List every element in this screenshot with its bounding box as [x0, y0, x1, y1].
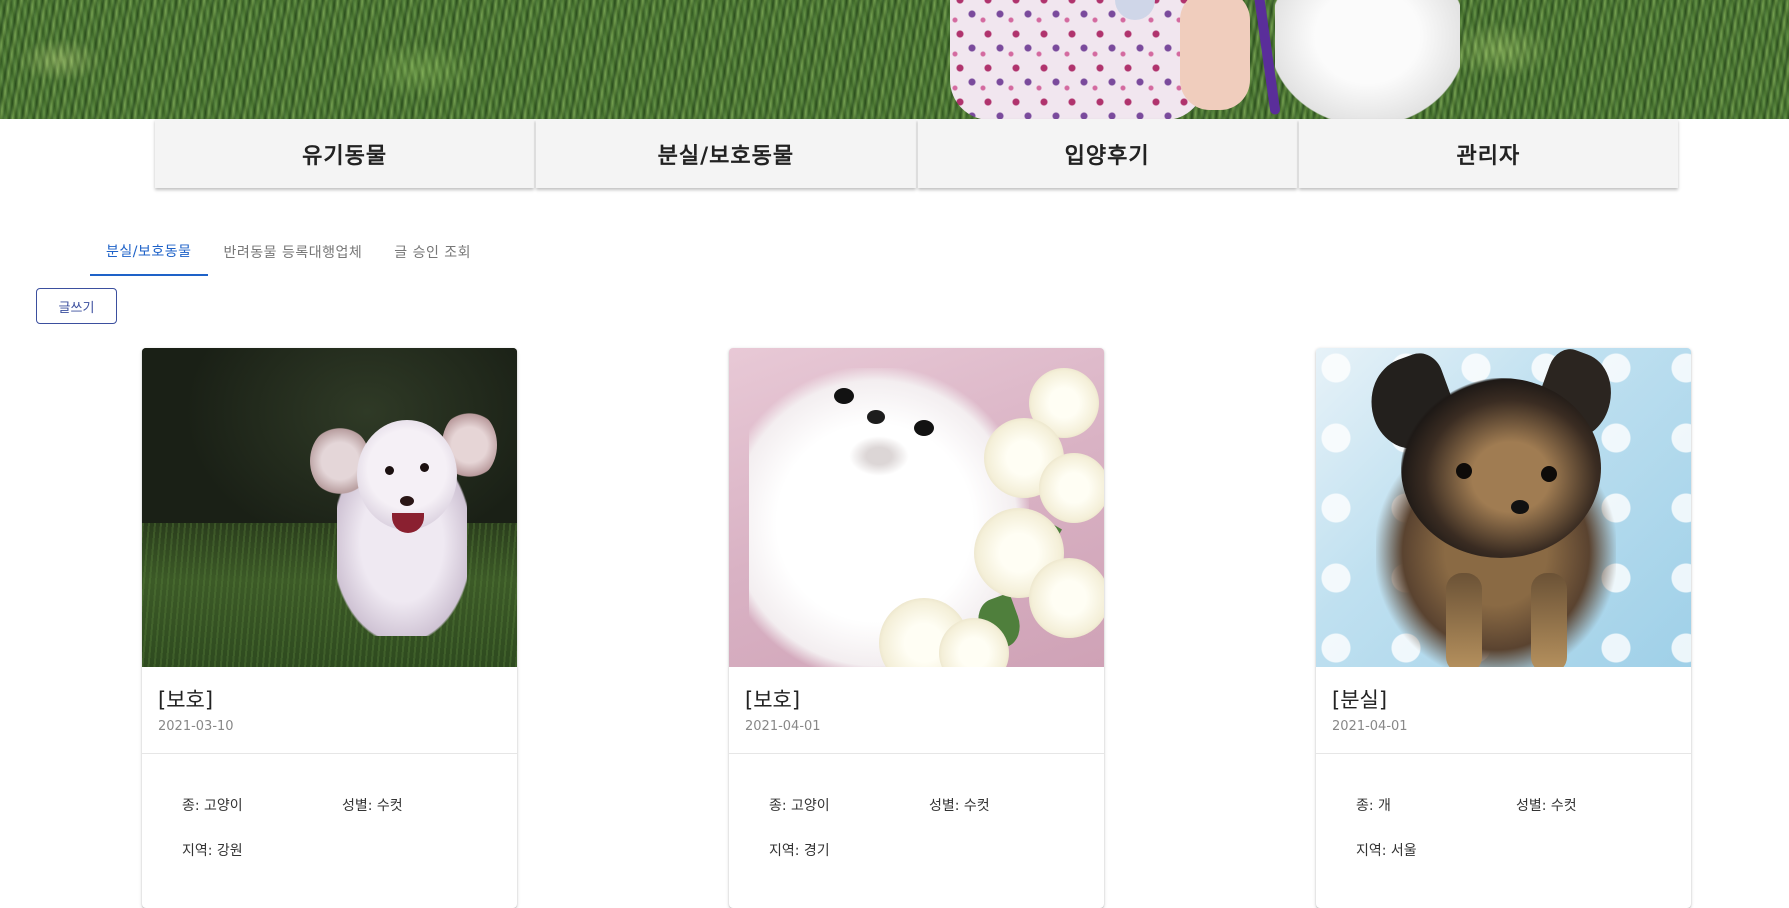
- hero-child-dress: [950, 0, 1205, 119]
- card-divider: [729, 753, 1104, 754]
- card-sex: 성별: 수컷: [929, 798, 990, 814]
- photo-dog-nose: [1511, 500, 1529, 514]
- photo-dog-eye: [834, 388, 854, 404]
- card-date: 2021-04-01: [745, 719, 821, 734]
- card-photo-yorkie-puppy: [1316, 348, 1691, 667]
- hero-child-arm: [1180, 0, 1250, 110]
- card-region: 지역: 서울: [1356, 843, 1417, 859]
- hero-grass-texture: [0, 0, 1789, 119]
- card-region: 지역: 강원: [182, 843, 243, 859]
- card-photo-running-poodle: [142, 348, 517, 667]
- card-title: [보호]: [158, 688, 214, 712]
- hero-white-dog: [1275, 0, 1460, 119]
- card-date: 2021-03-10: [158, 719, 234, 734]
- photo-dog-nose: [400, 496, 414, 506]
- animal-card[interactable]: [보호] 2021-04-01 종: 고양이 성별: 수컷 지역: 경기: [729, 348, 1104, 908]
- nav-item-lost-protected-animals[interactable]: 분실/보호동물: [536, 119, 916, 188]
- photo-dog-head: [1401, 378, 1601, 558]
- nav-item-admin[interactable]: 관리자: [1298, 119, 1678, 188]
- card-sex: 성별: 수컷: [1516, 798, 1577, 814]
- card-region: 지역: 경기: [769, 843, 830, 859]
- card-divider: [142, 753, 517, 754]
- nav-item-adoption-reviews[interactable]: 입양후기: [917, 119, 1297, 188]
- photo-dog-eye: [914, 420, 934, 436]
- photo-dog-eye: [385, 466, 394, 475]
- card-date: 2021-04-01: [1332, 719, 1408, 734]
- card-species: 종: 개: [1356, 798, 1391, 814]
- card-divider: [1316, 753, 1691, 754]
- card-title: [분실]: [1332, 688, 1388, 712]
- photo-dog-leg: [1531, 573, 1567, 667]
- card-species: 종: 고양이: [769, 798, 830, 814]
- card-sex: 성별: 수컷: [342, 798, 403, 814]
- tab-post-approval[interactable]: 글 승인 조회: [378, 228, 487, 276]
- nav-item-abandoned-animals[interactable]: 유기동물: [155, 119, 535, 188]
- photo-dog-leg: [1446, 573, 1482, 667]
- card-photo-white-puppy: [729, 348, 1104, 667]
- photo-dog-eye: [1456, 463, 1472, 479]
- photo-flower: [1029, 558, 1104, 638]
- top-navigation: 유기동물 분실/보호동물 입양후기 관리자: [155, 119, 1678, 188]
- tab-lost-protected-animals[interactable]: 분실/보호동물: [90, 228, 208, 276]
- animal-card[interactable]: [분실] 2021-04-01 종: 개 성별: 수컷 지역: 서울: [1316, 348, 1691, 908]
- sub-tabs: 분실/보호동물 반려동물 등록대행업체 글 승인 조회: [90, 228, 487, 276]
- photo-dog-eye: [1541, 466, 1557, 482]
- tab-registration-agencies[interactable]: 반려동물 등록대행업체: [208, 228, 379, 276]
- photo-flower: [1039, 453, 1104, 523]
- card-title: [보호]: [745, 688, 801, 712]
- card-species: 종: 고양이: [182, 798, 243, 814]
- photo-dog-mouth: [849, 436, 909, 476]
- hero-banner-image: [0, 0, 1789, 119]
- animal-card[interactable]: [보호] 2021-03-10 종: 고양이 성별: 수컷 지역: 강원: [142, 348, 517, 908]
- photo-dog-nose: [867, 410, 885, 424]
- photo-dog-eye: [420, 463, 429, 472]
- write-post-button[interactable]: 글쓰기: [36, 288, 117, 324]
